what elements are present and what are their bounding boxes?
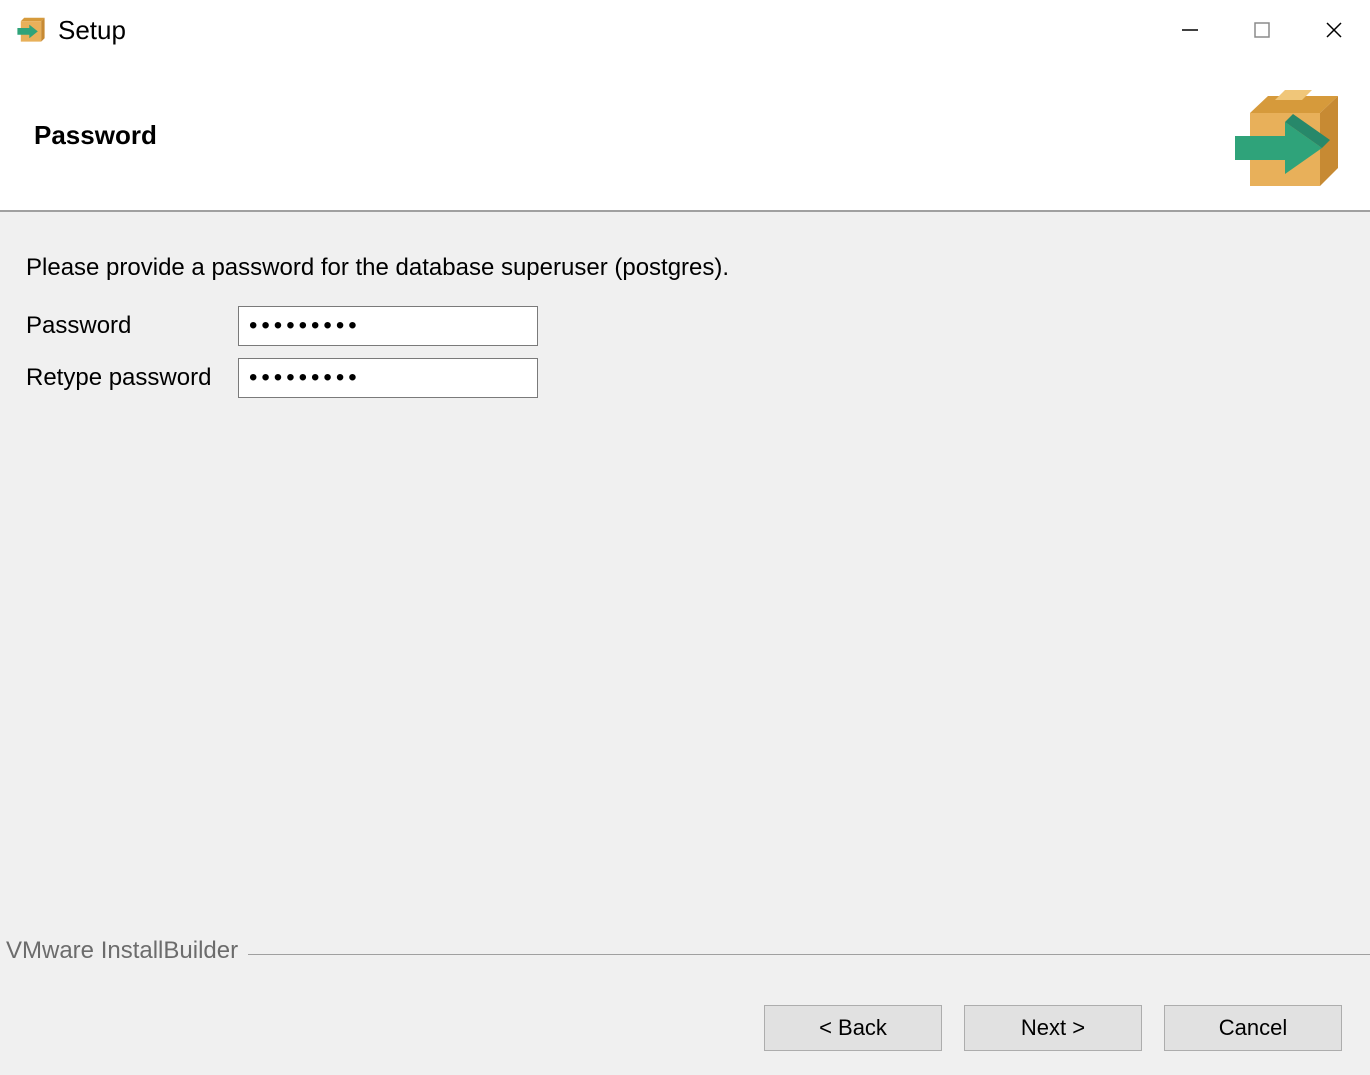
app-icon xyxy=(14,11,48,50)
maximize-button xyxy=(1226,0,1298,60)
cancel-button[interactable]: Cancel xyxy=(1164,1005,1342,1051)
window-controls xyxy=(1154,0,1370,60)
titlebar: Setup xyxy=(0,0,1370,60)
instruction-text: Please provide a password for the databa… xyxy=(26,254,1344,282)
close-button[interactable] xyxy=(1298,0,1370,60)
footer-separator: VMware InstallBuilder xyxy=(0,939,1370,963)
back-button[interactable]: < Back xyxy=(764,1005,942,1051)
password-input[interactable] xyxy=(238,306,538,346)
wizard-header: Password xyxy=(0,60,1370,210)
installer-box-icon xyxy=(1230,78,1350,203)
retype-password-label: Retype password xyxy=(26,364,226,392)
retype-password-input[interactable] xyxy=(238,358,538,398)
retype-password-row: Retype password xyxy=(26,358,1344,398)
next-button[interactable]: Next > xyxy=(964,1005,1142,1051)
password-row: Password xyxy=(26,306,1344,346)
password-label: Password xyxy=(26,312,226,340)
installer-brand: VMware InstallBuilder xyxy=(0,937,248,965)
minimize-button[interactable] xyxy=(1154,0,1226,60)
wizard-body: Please provide a password for the databa… xyxy=(0,212,1370,1075)
wizard-buttons: < Back Next > Cancel xyxy=(764,1005,1342,1051)
page-title: Password xyxy=(34,120,157,151)
window-title: Setup xyxy=(58,15,126,46)
